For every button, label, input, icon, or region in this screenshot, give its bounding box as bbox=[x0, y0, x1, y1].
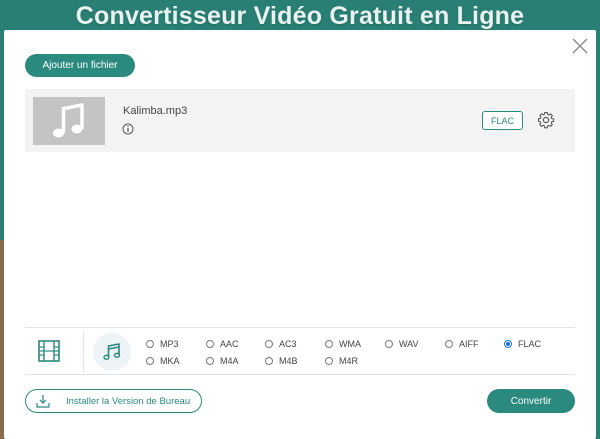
format-label: MKA bbox=[160, 356, 180, 366]
format-radio[interactable] bbox=[325, 357, 333, 365]
format-label: FLAC bbox=[518, 339, 542, 349]
background-page-title: Convertisseur Vidéo Gratuit en Ligne bbox=[75, 2, 525, 30]
download-icon bbox=[36, 395, 50, 408]
format-option-m4b[interactable]: M4B bbox=[265, 355, 298, 367]
format-label: M4B bbox=[279, 356, 298, 366]
film-icon[interactable] bbox=[36, 338, 62, 364]
output-format-badge[interactable]: FLAC bbox=[482, 111, 523, 130]
format-option-mka[interactable]: MKA bbox=[146, 355, 180, 367]
close-icon[interactable] bbox=[570, 36, 590, 56]
format-radio[interactable] bbox=[206, 340, 214, 348]
format-option-m4a[interactable]: M4A bbox=[206, 355, 239, 367]
install-desktop-label: Installer la Version de Bureau bbox=[66, 395, 191, 407]
format-option-wma[interactable]: WMA bbox=[325, 338, 361, 350]
format-option-wav[interactable]: WAV bbox=[385, 338, 419, 350]
install-desktop-button[interactable]: Installer la Version de Bureau bbox=[25, 389, 202, 413]
format-option-aac[interactable]: AAC bbox=[206, 338, 239, 350]
music-note-icon bbox=[53, 103, 84, 138]
format-option-aiff[interactable]: AIFF bbox=[445, 338, 479, 350]
info-icon[interactable] bbox=[122, 122, 134, 135]
tab-divider bbox=[83, 332, 84, 372]
file-thumbnail bbox=[33, 97, 105, 145]
file-row: Kalimba.mp3 FLAC bbox=[25, 89, 575, 152]
format-label: AIFF bbox=[459, 339, 479, 349]
format-label: M4R bbox=[339, 356, 359, 366]
format-radio[interactable] bbox=[146, 357, 154, 365]
format-radio[interactable] bbox=[385, 340, 393, 348]
converter-dialog: Ajouter un fichier Kalimba.mp3 FLAC MP3 … bbox=[4, 30, 596, 439]
format-radio[interactable] bbox=[445, 340, 453, 348]
file-name: Kalimba.mp3 bbox=[123, 105, 188, 117]
format-label: MP3 bbox=[160, 339, 179, 349]
format-option-ac3[interactable]: AC3 bbox=[265, 338, 297, 350]
format-option-mp3[interactable]: MP3 bbox=[146, 338, 179, 350]
format-radio-selected[interactable] bbox=[504, 340, 512, 348]
format-label: WAV bbox=[399, 339, 419, 349]
format-label: AAC bbox=[220, 339, 239, 349]
format-radio[interactable] bbox=[265, 340, 273, 348]
format-radio[interactable] bbox=[206, 357, 214, 365]
format-radio[interactable] bbox=[325, 340, 333, 348]
format-option-m4r[interactable]: M4R bbox=[325, 355, 358, 367]
format-panel: MP3 AAC AC3 WMA WAV AIFF FLAC MKA M4A M4… bbox=[25, 327, 575, 375]
format-label: WMA bbox=[339, 339, 361, 349]
audio-note-icon[interactable] bbox=[93, 333, 131, 371]
format-label: AC3 bbox=[279, 339, 297, 349]
format-radio[interactable] bbox=[146, 340, 154, 348]
gear-icon[interactable] bbox=[537, 111, 555, 129]
format-option-flac[interactable]: FLAC bbox=[504, 338, 541, 350]
format-label: M4A bbox=[220, 356, 239, 366]
format-radio[interactable] bbox=[265, 357, 273, 365]
convert-button[interactable]: Convertir bbox=[487, 389, 575, 413]
add-file-button[interactable]: Ajouter un fichier bbox=[25, 54, 135, 77]
